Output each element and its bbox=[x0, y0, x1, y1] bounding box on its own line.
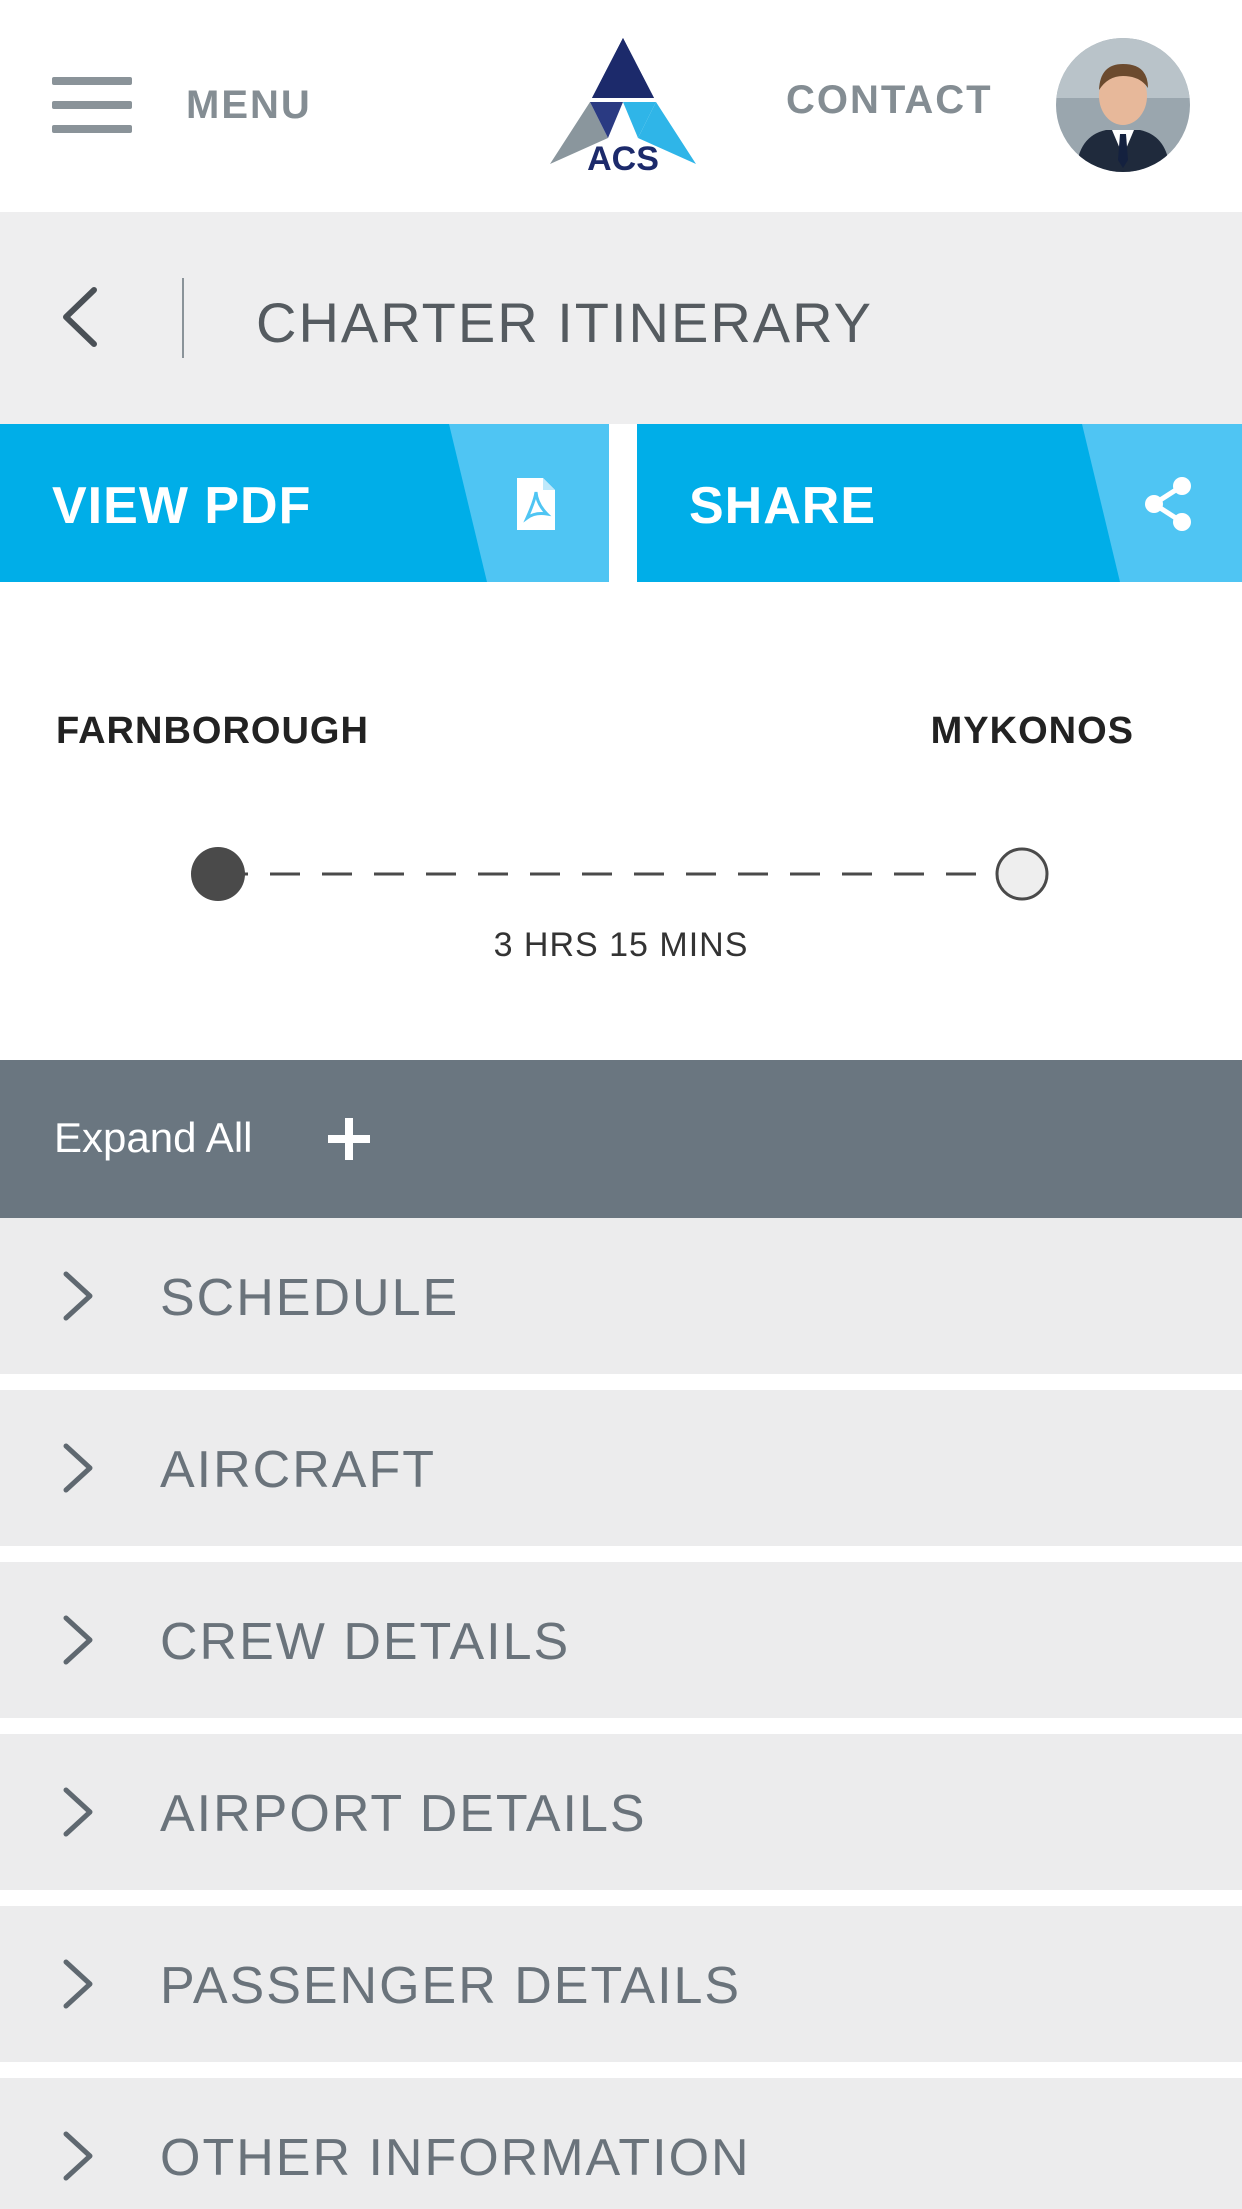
section-aircraft[interactable]: AIRCRAFT bbox=[0, 1390, 1242, 1546]
flight-duration: 3 HRS 15 MINS bbox=[493, 926, 749, 964]
section-other-information[interactable]: OTHER INFORMATION bbox=[0, 2078, 1242, 2209]
section-passenger-details[interactable]: PASSENGER DETAILS bbox=[0, 1906, 1242, 2062]
action-bar: VIEW PDF SHARE bbox=[0, 424, 1242, 582]
section-label: AIRPORT DETAILS bbox=[160, 1785, 647, 1843]
section-schedule[interactable]: SCHEDULE bbox=[0, 1218, 1242, 1374]
app-header: MENU ACS CONTACT bbox=[0, 0, 1242, 212]
share-icon bbox=[1145, 477, 1191, 531]
title-bar: CHARTER ITINERARY bbox=[0, 212, 1242, 424]
expand-all-button[interactable]: Expand All bbox=[0, 1060, 1242, 1218]
section-label: AIRCRAFT bbox=[160, 1441, 436, 1499]
origin-dot bbox=[191, 847, 245, 901]
page-title: CHARTER ITINERARY bbox=[256, 291, 873, 354]
share-button[interactable]: SHARE bbox=[637, 424, 1242, 582]
section-label: OTHER INFORMATION bbox=[160, 2129, 751, 2187]
route-line bbox=[191, 847, 1049, 901]
chevron-right-icon bbox=[63, 1271, 93, 1321]
title-divider bbox=[182, 278, 184, 358]
menu-button[interactable]: MENU bbox=[52, 70, 332, 140]
logo-text: ACS bbox=[587, 140, 659, 176]
acs-logo: ACS bbox=[550, 38, 696, 176]
section-airport-details[interactable]: AIRPORT DETAILS bbox=[0, 1734, 1242, 1890]
avatar-image bbox=[1056, 38, 1190, 172]
section-label: CREW DETAILS bbox=[160, 1613, 571, 1671]
chevron-right-icon bbox=[63, 1959, 93, 2009]
view-pdf-label: VIEW PDF bbox=[52, 477, 312, 535]
pdf-file-icon bbox=[517, 478, 555, 530]
plus-icon bbox=[328, 1118, 370, 1160]
contact-link[interactable]: CONTACT bbox=[786, 78, 993, 123]
menu-label: MENU bbox=[186, 82, 312, 127]
origin-airport: FARNBOROUGH bbox=[56, 710, 369, 752]
hamburger-icon bbox=[52, 73, 132, 137]
chevron-right-icon bbox=[63, 1443, 93, 1493]
route-summary: FARNBOROUGH MYKONOS 3 HRS 15 MINS bbox=[0, 582, 1242, 1060]
destination-airport: MYKONOS bbox=[930, 710, 1134, 752]
back-arrow-icon[interactable] bbox=[54, 282, 114, 352]
chevron-right-icon bbox=[63, 2131, 93, 2181]
chevron-right-icon bbox=[63, 1787, 93, 1837]
section-label: SCHEDULE bbox=[160, 1269, 460, 1327]
destination-dot bbox=[995, 847, 1049, 901]
avatar[interactable] bbox=[1056, 38, 1190, 172]
section-label: PASSENGER DETAILS bbox=[160, 1957, 742, 2015]
view-pdf-button[interactable]: VIEW PDF bbox=[0, 424, 609, 582]
chevron-right-icon bbox=[63, 1615, 93, 1665]
share-label: SHARE bbox=[689, 477, 877, 535]
expand-all-label: Expand All bbox=[54, 1114, 253, 1161]
section-crew-details[interactable]: CREW DETAILS bbox=[0, 1562, 1242, 1718]
